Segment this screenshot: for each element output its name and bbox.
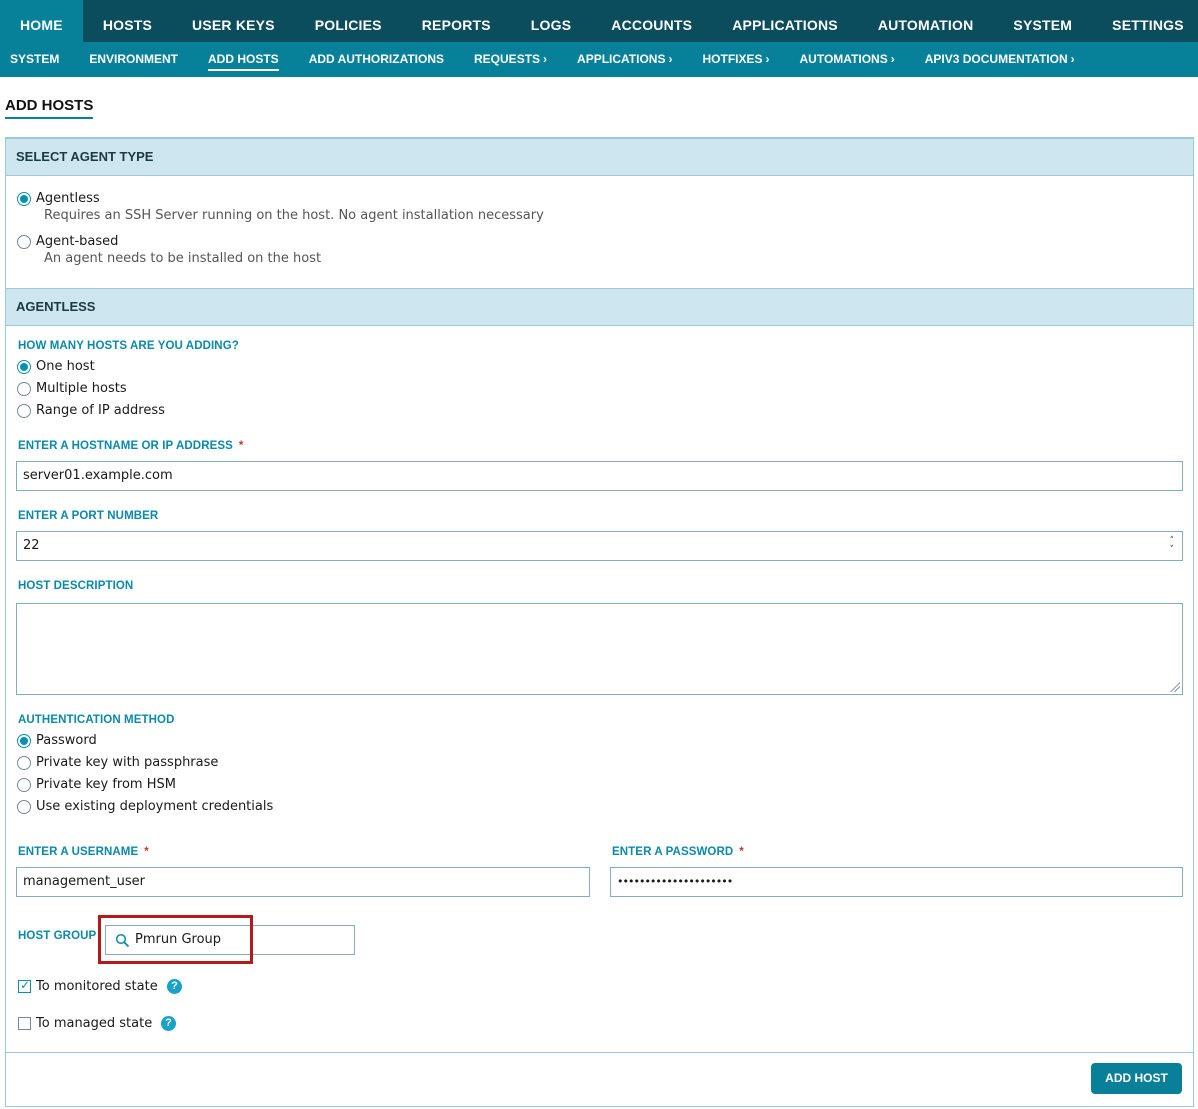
topnav-applications[interactable]: APPLICATIONS xyxy=(712,0,858,42)
port-input[interactable]: 22 ˄ ˅ xyxy=(16,531,1183,561)
topnav-home[interactable]: HOME xyxy=(0,0,83,42)
password-input[interactable]: ••••••••••••••••••••• xyxy=(610,867,1183,897)
help-icon[interactable]: ? xyxy=(161,1016,176,1031)
monitored-state-label: To monitored state xyxy=(36,979,158,994)
port-value: 22 xyxy=(23,538,40,553)
required-mark: * xyxy=(739,846,744,858)
footer-divider xyxy=(6,1052,1193,1053)
subnav-system[interactable]: SYSTEM xyxy=(0,42,74,77)
topnav-settings[interactable]: SETTINGS xyxy=(1092,0,1198,42)
radio-private-key-hsm[interactable] xyxy=(17,778,31,792)
page-title: ADD HOSTS xyxy=(5,97,94,119)
multiple-hosts-label: Multiple hosts xyxy=(36,381,127,396)
private-key-passphrase-label: Private key with passphrase xyxy=(36,755,219,770)
chevron-right-icon: › xyxy=(890,52,895,66)
option-agentless-label: Agentless xyxy=(36,191,100,206)
topnav-reports[interactable]: REPORTS xyxy=(402,0,511,42)
topnav-system[interactable]: SYSTEM xyxy=(993,0,1092,42)
option-agent-based-desc: An agent needs to be installed on the ho… xyxy=(44,251,322,266)
help-icon[interactable]: ? xyxy=(167,979,182,994)
required-mark: * xyxy=(144,846,149,858)
subnav-apiv3-documentation[interactable]: APIV3 DOCUMENTATION › xyxy=(910,42,1090,77)
topnav-accounts[interactable]: ACCOUNTS xyxy=(591,0,712,42)
add-host-button[interactable]: ADD HOST xyxy=(1091,1063,1182,1094)
monitored-state-checkbox[interactable] xyxy=(18,978,31,993)
annotation-highlight-box xyxy=(98,915,253,964)
section-select-agent-type: SELECT AGENT TYPE xyxy=(6,138,1193,176)
subnav-add-hosts[interactable]: ADD HOSTS xyxy=(193,42,294,77)
how-many-hosts-label: HOW MANY HOSTS ARE YOU ADDING? xyxy=(18,340,239,352)
host-description-label: HOST DESCRIPTION xyxy=(18,580,134,592)
managed-state-checkbox[interactable] xyxy=(18,1017,31,1030)
hostname-label: ENTER A HOSTNAME OR IP ADDRESS * xyxy=(18,440,244,452)
one-host-label: One host xyxy=(36,359,95,374)
subnav-requests[interactable]: REQUESTS › xyxy=(459,42,562,77)
top-nav: HOME HOSTS USER KEYS POLICIES REPORTS LO… xyxy=(0,0,1198,42)
option-agentless-desc: Requires an SSH Server running on the ho… xyxy=(44,208,544,223)
topnav-policies[interactable]: POLICIES xyxy=(295,0,402,42)
private-key-hsm-label: Private key from HSM xyxy=(36,777,176,792)
subnav-add-authorizations[interactable]: ADD AUTHORIZATIONS xyxy=(294,42,459,77)
required-mark: * xyxy=(238,440,244,452)
port-stepper-icon[interactable]: ˄ ˅ xyxy=(1170,537,1175,555)
radio-range-ip[interactable] xyxy=(17,404,31,418)
topnav-user-keys[interactable]: USER KEYS xyxy=(172,0,295,42)
subnav-hotfixes[interactable]: HOTFIXES › xyxy=(687,42,784,77)
hostname-input[interactable]: server01.example.com xyxy=(16,461,1183,491)
sub-nav: SYSTEM ENVIRONMENT ADD HOSTS ADD AUTHORI… xyxy=(0,42,1198,77)
subnav-applications[interactable]: APPLICATIONS › xyxy=(562,42,687,77)
radio-agent-based[interactable] xyxy=(17,235,31,249)
resize-grip-icon[interactable] xyxy=(1170,682,1180,692)
radio-agentless[interactable] xyxy=(17,192,31,206)
host-description-textarea[interactable] xyxy=(16,603,1183,695)
topnav-logs[interactable]: LOGS xyxy=(511,0,591,42)
managed-state-label: To managed state xyxy=(36,1016,153,1031)
existing-credentials-label: Use existing deployment credentials xyxy=(36,799,274,814)
username-input[interactable]: management_user xyxy=(16,867,590,897)
chevron-right-icon: › xyxy=(543,52,548,66)
auth-method-label: AUTHENTICATION METHOD xyxy=(18,714,175,726)
password-option-label: Password xyxy=(36,733,97,748)
option-agent-based-label: Agent-based xyxy=(36,234,119,249)
radio-multiple-hosts[interactable] xyxy=(17,382,31,396)
topnav-automation[interactable]: AUTOMATION xyxy=(858,0,994,42)
radio-one-host[interactable] xyxy=(17,360,31,374)
chevron-right-icon: › xyxy=(1070,52,1075,66)
subnav-environment[interactable]: ENVIRONMENT xyxy=(74,42,193,77)
topnav-hosts[interactable]: HOSTS xyxy=(83,0,172,42)
radio-private-key-passphrase[interactable] xyxy=(17,756,31,770)
radio-password[interactable] xyxy=(17,734,31,748)
password-label: ENTER A PASSWORD * xyxy=(612,846,744,858)
subnav-automations[interactable]: AUTOMATIONS › xyxy=(785,42,910,77)
port-label: ENTER A PORT NUMBER xyxy=(18,510,159,522)
host-group-label: HOST GROUP xyxy=(18,930,97,942)
username-label: ENTER A USERNAME * xyxy=(18,846,149,858)
section-agentless: AGENTLESS xyxy=(6,288,1193,326)
range-ip-label: Range of IP address xyxy=(36,403,165,418)
radio-existing-credentials[interactable] xyxy=(17,800,31,814)
chevron-right-icon: › xyxy=(668,52,673,66)
chevron-right-icon: › xyxy=(765,52,770,66)
